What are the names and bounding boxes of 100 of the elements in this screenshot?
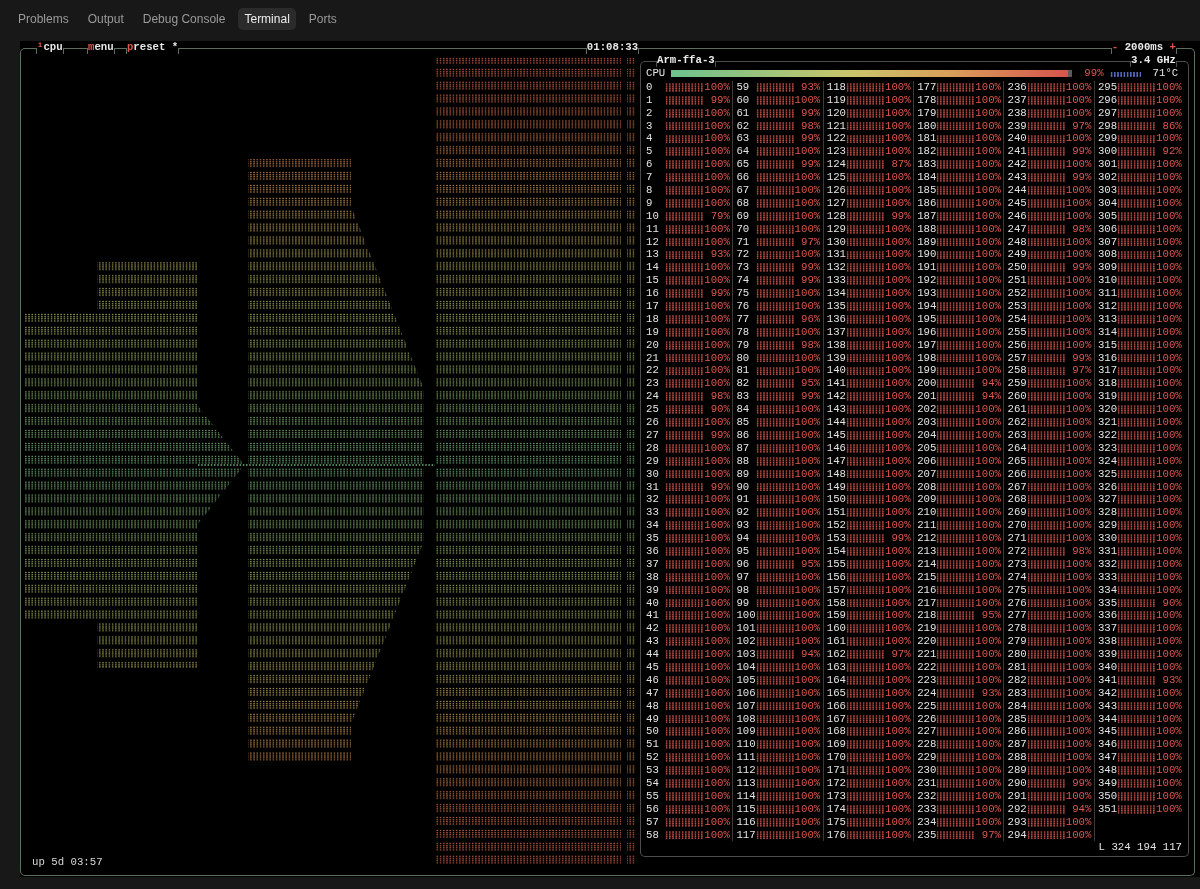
panel-tab[interactable]: Terminal xyxy=(237,8,297,30)
core-label: 312 xyxy=(1097,300,1118,313)
core-label: 207 xyxy=(917,467,937,481)
core-sparkline xyxy=(846,663,885,672)
core-sparkline xyxy=(936,198,975,208)
core-sparkline xyxy=(755,547,795,556)
core-sparkline xyxy=(846,147,885,157)
cpu-label: CPU xyxy=(646,67,666,80)
core-sparkline xyxy=(1026,211,1066,221)
core-percent: 92% xyxy=(1161,145,1182,159)
core-sparkline xyxy=(755,327,795,337)
header-tab[interactable]: menu xyxy=(87,41,114,54)
panel-tab[interactable]: Problems xyxy=(11,8,76,30)
core-sparkline xyxy=(755,147,795,157)
core-label: 215 xyxy=(917,570,937,584)
core-label: 128 xyxy=(826,209,847,223)
core-label: 32 xyxy=(646,493,660,507)
core-percent: 100% xyxy=(794,828,821,842)
core-sparkline xyxy=(755,830,795,840)
core-label: 100 xyxy=(736,609,756,623)
panel-tab[interactable]: Ports xyxy=(302,8,344,30)
header-tab[interactable]: preset * xyxy=(126,41,179,54)
core-label: 227 xyxy=(917,725,937,739)
core-sparkline xyxy=(665,379,704,389)
core-label: 266 xyxy=(1007,467,1027,481)
core-label: 273 xyxy=(1007,557,1027,571)
panel-tab[interactable]: Debug Console xyxy=(136,8,232,30)
core-label: 19 xyxy=(646,325,660,339)
core-percent: 100% xyxy=(884,351,911,365)
decrease-button[interactable]: - xyxy=(1111,41,1119,54)
core-percent: 100% xyxy=(975,506,1001,520)
core-label: 206 xyxy=(917,454,937,468)
core-label: 306 xyxy=(1097,222,1118,236)
core-percent: 100% xyxy=(1155,519,1182,533)
core-percent: 100% xyxy=(703,557,730,571)
core-percent: 100% xyxy=(1155,312,1182,326)
core-percent: 100% xyxy=(703,196,730,210)
core-label: 238 xyxy=(1007,106,1027,120)
core-percent: 100% xyxy=(1155,738,1182,752)
increase-button[interactable]: + xyxy=(1169,41,1176,54)
core-label: 347 xyxy=(1097,751,1118,765)
core-percent: 87% xyxy=(890,158,911,172)
core-percent: 100% xyxy=(1155,648,1182,661)
core-sparkline xyxy=(755,482,795,492)
core-percent: 100% xyxy=(1155,467,1182,481)
core-label: 153 xyxy=(826,532,847,545)
core-percent: 98% xyxy=(709,390,730,404)
core-sparkline xyxy=(936,624,975,634)
core-label: 261 xyxy=(1007,403,1027,417)
core-sparkline xyxy=(846,366,885,376)
core-sparkline xyxy=(1026,637,1066,647)
core-label: 300 xyxy=(1097,145,1118,159)
core-sparkline xyxy=(1117,405,1156,414)
core-percent: 100% xyxy=(1155,93,1182,107)
core-label: 268 xyxy=(1007,493,1027,507)
core-percent: 100% xyxy=(975,815,1001,829)
core-percent: 100% xyxy=(794,364,821,378)
core-percent: 100% xyxy=(794,325,821,339)
core-label: 94 xyxy=(736,532,751,545)
core-percent: 100% xyxy=(794,725,821,739)
core-percent: 100% xyxy=(975,467,1001,481)
panel-tab[interactable]: Output xyxy=(81,8,131,30)
core-percent: 100% xyxy=(703,158,730,172)
core-sparkline xyxy=(936,392,975,402)
header-tab[interactable]: ¹cpu xyxy=(37,41,63,54)
core-sparkline xyxy=(1117,186,1156,195)
core-label: 136 xyxy=(826,312,847,326)
core-percent: 100% xyxy=(975,789,1001,803)
core-percent: 100% xyxy=(703,364,730,378)
core-label: 264 xyxy=(1007,441,1027,455)
core-sparkline xyxy=(846,585,885,595)
core-sparkline xyxy=(936,572,975,582)
core-percent: 100% xyxy=(794,248,821,262)
core-sparkline xyxy=(665,198,704,208)
core-sparkline xyxy=(1026,160,1066,170)
core-percent: 100% xyxy=(975,209,1001,223)
core-percent: 100% xyxy=(703,583,730,597)
core-percent: 100% xyxy=(1065,93,1092,107)
core-label: 267 xyxy=(1007,480,1027,494)
core-label: 86 xyxy=(736,428,751,442)
core-label: 16 xyxy=(646,287,660,301)
core-label: 75 xyxy=(736,287,751,301)
core-percent: 100% xyxy=(975,532,1001,545)
core-label: 115 xyxy=(736,802,756,816)
core-label: 255 xyxy=(1007,325,1027,339)
core-sparkline xyxy=(846,495,885,505)
core-sparkline xyxy=(936,714,975,724)
core-label: 219 xyxy=(917,622,937,636)
core-percent: 97% xyxy=(800,235,821,249)
core-label: 301 xyxy=(1097,158,1118,172)
core-label: 188 xyxy=(917,222,937,236)
core-percent: 100% xyxy=(1155,544,1182,558)
core-percent: 98% xyxy=(1071,544,1092,558)
core-sparkline xyxy=(665,456,704,466)
core-label: 231 xyxy=(917,777,937,790)
core-label: 59 xyxy=(736,80,751,94)
core-percent: 100% xyxy=(884,132,911,146)
core-percent: 100% xyxy=(794,493,821,507)
core-percent: 95% xyxy=(800,377,821,391)
core-label: 22 xyxy=(646,364,660,378)
